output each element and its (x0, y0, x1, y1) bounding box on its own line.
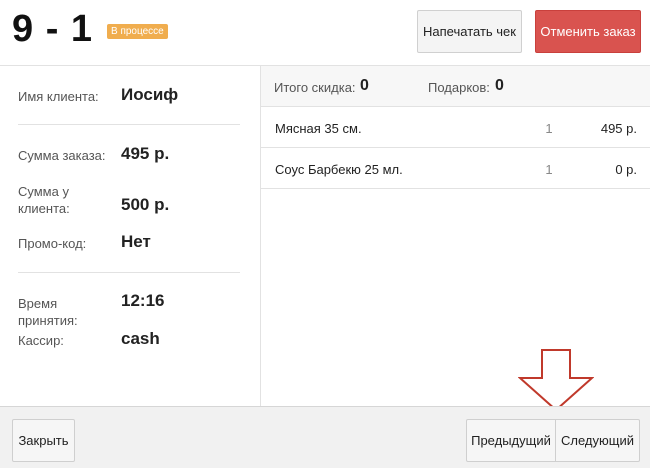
item-price: 495 р. (600, 121, 637, 136)
item-price: 0 р. (615, 162, 637, 177)
cashier-value: cash (121, 329, 160, 348)
cancel-order-button[interactable]: Отменить заказ (535, 10, 641, 53)
order-summary-bar: Итого скидка: 0 Подарков: 0 (261, 66, 650, 107)
order-sum-label: Сумма заказа: (18, 148, 106, 163)
item-quantity: 1 (545, 121, 553, 136)
print-receipt-button[interactable]: Напечатать чек (417, 10, 522, 53)
footer-bar: Закрыть Предыдущий Следующий (0, 406, 650, 468)
discount-label: Итого скидка: (274, 80, 356, 95)
accepted-time-value: 12:16 (121, 291, 165, 310)
gifts-value: 0 (495, 77, 504, 94)
cashier-label: Кассир: (18, 333, 64, 348)
order-header: 9 - 1 В процессе Напечатать чек Отменить… (0, 0, 650, 64)
order-item-row: Соус Барбекю 25 мл. 1 0 р. (261, 148, 650, 189)
client-sum-label: Сумма у клиента: (18, 184, 70, 216)
item-quantity: 1 (545, 162, 553, 177)
status-badge: В процессе (107, 24, 168, 39)
order-info-panel: Имя клиента: Иосиф Сумма заказа: 495 р. … (0, 65, 261, 406)
divider (18, 272, 240, 273)
divider (18, 124, 240, 125)
order-number: 9 - 1 (12, 8, 94, 50)
close-button[interactable]: Закрыть (12, 419, 75, 462)
item-name: Соус Барбекю 25 мл. (275, 162, 403, 177)
promo-code-label: Промо-код: (18, 236, 87, 251)
client-name-label: Имя клиента: (18, 89, 99, 104)
down-arrow-icon (518, 349, 594, 412)
order-item-row: Мясная 35 см. 1 495 р. (261, 107, 650, 148)
previous-button[interactable]: Предыдущий (466, 419, 556, 462)
gifts-label: Подарков: (428, 80, 490, 95)
client-name-value: Иосиф (121, 85, 179, 104)
client-sum-value: 500 р. (121, 195, 170, 214)
discount-value: 0 (360, 77, 369, 94)
promo-code-value: Нет (121, 232, 151, 251)
next-button[interactable]: Следующий (556, 419, 640, 462)
order-sum-value: 495 р. (121, 144, 170, 163)
item-name: Мясная 35 см. (275, 121, 362, 136)
accepted-time-label: Время принятия: (18, 296, 78, 328)
